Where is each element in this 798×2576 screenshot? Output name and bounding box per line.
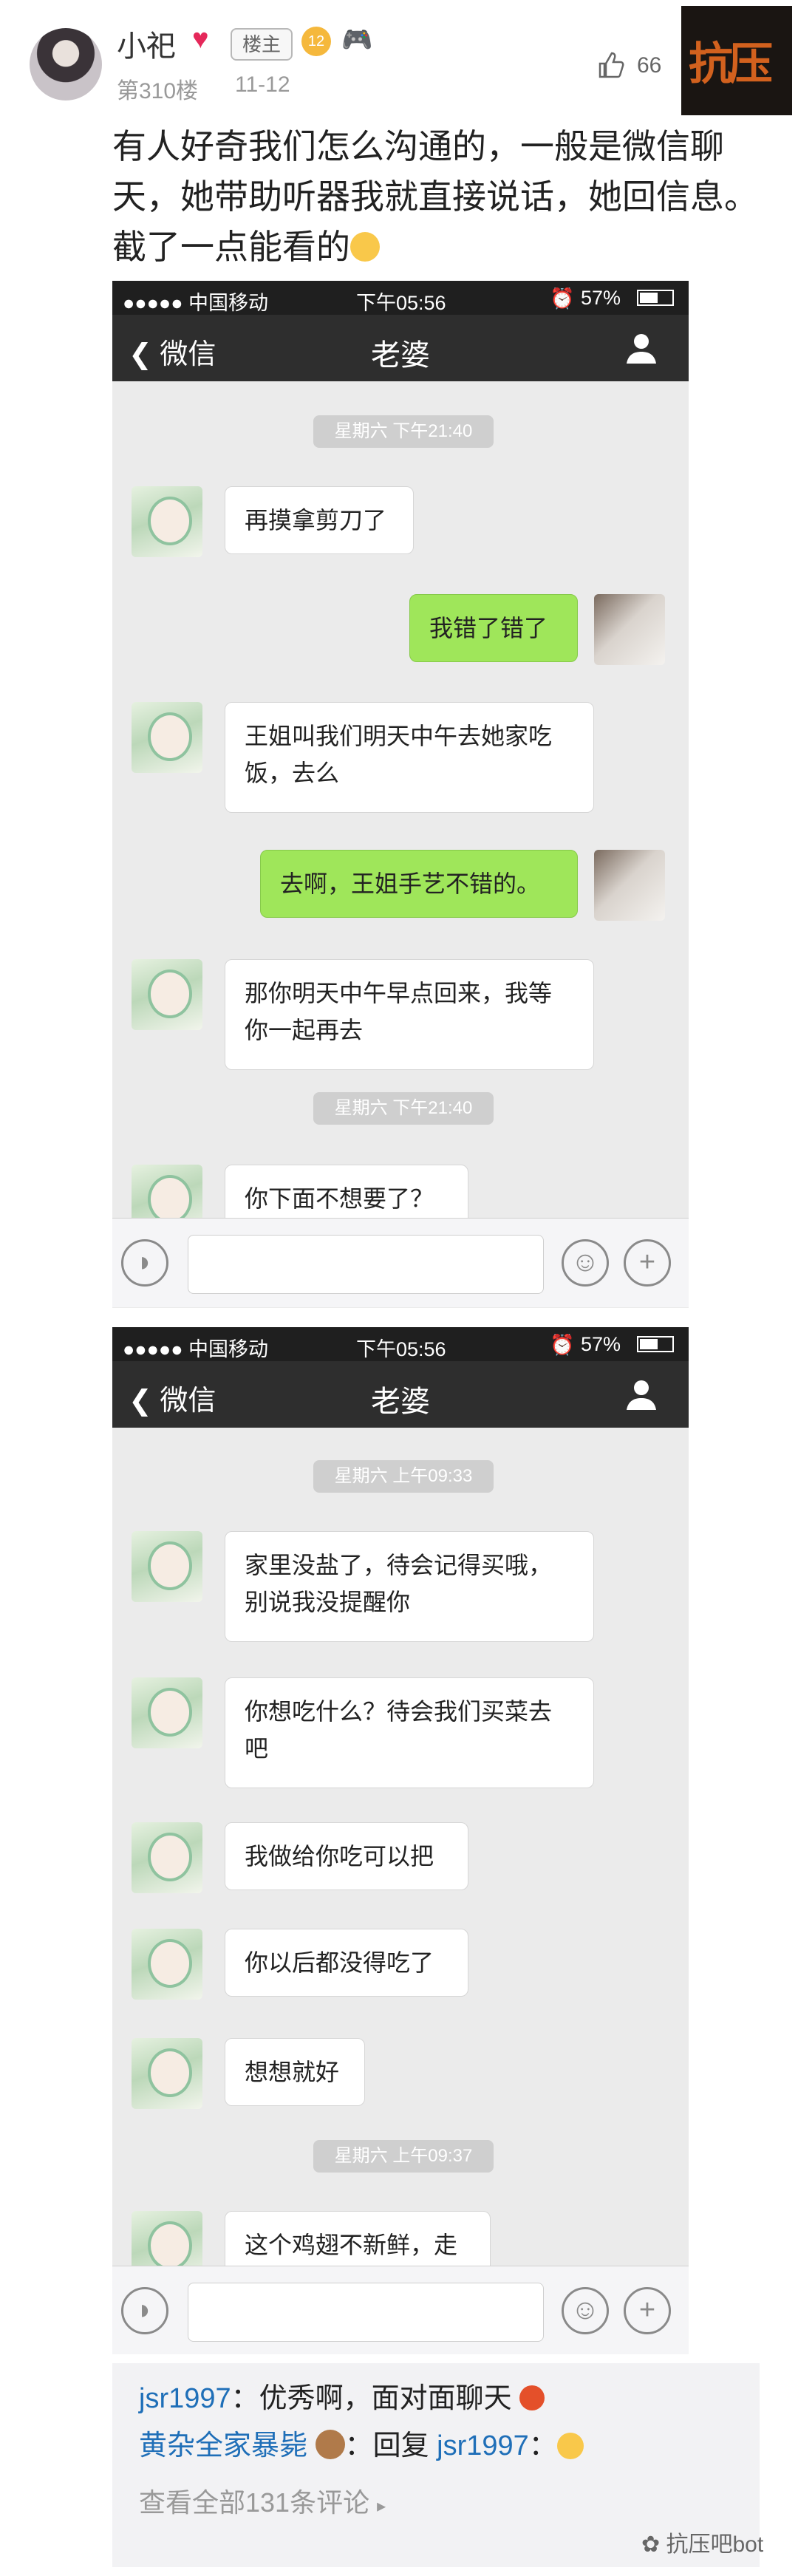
smile-emoji-icon	[350, 232, 380, 262]
comment-author[interactable]: 黄杂全家暴毙	[139, 2430, 307, 2461]
watermark-text: 抗压吧bot	[666, 2532, 764, 2557]
contact-avatar[interactable]	[132, 486, 202, 557]
owner-badge: 楼主	[231, 28, 293, 61]
chat-nav-bar: ❮ 微信 老婆	[112, 315, 689, 381]
status-time: 下午05:56	[356, 292, 446, 314]
battery-percent: 57%	[581, 287, 621, 309]
gamepad-icon: 🎮	[341, 26, 373, 54]
chat-title: 老婆	[371, 339, 430, 372]
message-bubble: 家里没盐了，待会记得买哦，别说我没提醒你	[225, 1531, 594, 1642]
comment-text: ：回复	[344, 2430, 429, 2461]
comment-1: jsr1997：优秀啊，面对面聊天	[139, 2378, 545, 2419]
chat-screenshot-1: ●●●●● 中国移动 下午05:56 ⏰ 57% ❮ 微信 老婆 星期六 下午2…	[112, 281, 689, 1308]
timestamp-pill: 星期六 下午21:40	[313, 415, 494, 448]
wechat-icon: ✿	[641, 2532, 661, 2557]
emoji-button-icon[interactable]: ☺	[562, 1239, 609, 1287]
contact-profile-icon[interactable]	[624, 330, 659, 365]
plus-icon[interactable]: +	[624, 2287, 671, 2334]
message-bubble: 王姐叫我们明天中午去她家吃饭，去么	[225, 702, 594, 813]
status-time: 下午05:56	[356, 1338, 446, 1360]
floor-number: 第310楼	[117, 79, 199, 103]
chat-input-bar: ◗ ☺ +	[112, 1218, 689, 1307]
alarm-icon: ⏰	[550, 1334, 575, 1356]
contact-avatar[interactable]	[132, 1531, 202, 1602]
my-message-bubble: 去啊，王姐手艺不错的。	[260, 850, 578, 918]
logo-text: 抗压	[689, 39, 773, 89]
message-bubble: 想想就好	[225, 2038, 365, 2106]
comment-2: 黄杂全家暴毙 ：回复 jsr1997：	[139, 2425, 584, 2467]
comment-text: ：优秀啊，面对面聊天	[231, 2383, 512, 2414]
alarm-icon: ⏰	[550, 287, 575, 310]
chat-title: 老婆	[371, 1386, 430, 1418]
status-bar: ●●●●● 中国移动 下午05:56 ⏰ 57%	[112, 1327, 689, 1361]
contact-avatar[interactable]	[132, 2038, 202, 2109]
tomato-emoji-icon	[519, 2385, 545, 2410]
my-message-bubble: 我错了错了	[409, 594, 578, 662]
watermark: ✿ 抗压吧bot	[641, 2526, 763, 2558]
plus-icon[interactable]: +	[624, 1239, 671, 1287]
timestamp-pill: 星期六 上午09:37	[313, 2140, 494, 2173]
post-date: 11-12	[235, 72, 290, 97]
timestamp-pill: 星期六 下午21:40	[313, 1092, 494, 1125]
forum-logo: 抗压	[681, 6, 792, 115]
like-count: 66	[637, 53, 662, 78]
message-input[interactable]	[188, 2283, 544, 2342]
status-bar: ●●●●● 中国移动 下午05:56 ⏰ 57%	[112, 281, 689, 315]
voice-icon[interactable]: ◗	[121, 2287, 168, 2334]
view-all-comments-link[interactable]: 查看全部131条评论 ▸	[139, 2481, 386, 2520]
post-text: 有人好奇我们怎么沟通的，一般是微信聊天，她带助听器我就直接说话，她回信息。截了一…	[112, 121, 763, 272]
comment-colon: ：	[528, 2430, 557, 2461]
user-avatar[interactable]	[30, 28, 102, 100]
thumbs-up-icon[interactable]	[596, 50, 625, 80]
battery-percent: 57%	[581, 1333, 621, 1355]
chat-nav-bar: ❮ 微信 老婆	[112, 1361, 689, 1428]
contact-profile-icon[interactable]	[624, 1376, 659, 1411]
carrier: ●●●●● 中国移动	[123, 292, 269, 314]
message-bubble: 你以后都没得吃了	[225, 1929, 468, 1997]
emoji-button-icon[interactable]: ☺	[562, 2287, 609, 2334]
contact-avatar[interactable]	[132, 1929, 202, 2000]
message-bubble: 那你明天中午早点回来，我等你一起再去	[225, 959, 594, 1070]
username[interactable]: 小祀	[117, 22, 176, 65]
heart-icon: ♥	[192, 24, 209, 55]
battery-icon	[637, 1336, 674, 1352]
post-body: 有人好奇我们怎么沟通的，一般是微信聊天，她带助听器我就直接说话，她回信息。截了一…	[112, 127, 758, 266]
view-all-label: 查看全部131条评论	[139, 2487, 370, 2518]
battery-icon	[637, 290, 674, 306]
timestamp-pill: 星期六 上午09:33	[313, 1460, 494, 1493]
my-avatar-cat[interactable]	[594, 850, 665, 921]
message-bubble: 你想吃什么？待会我们买菜去吧	[225, 1677, 594, 1788]
message-bubble: 再摸拿剪刀了	[225, 486, 414, 554]
contact-avatar[interactable]	[132, 702, 202, 773]
contact-avatar[interactable]	[132, 959, 202, 1030]
contact-avatar[interactable]	[132, 1822, 202, 1893]
message-bubble: 我做给你吃可以把	[225, 1822, 468, 1890]
comment-author[interactable]: jsr1997	[139, 2383, 231, 2414]
message-input[interactable]	[188, 1235, 544, 1294]
my-avatar-cat[interactable]	[594, 594, 665, 665]
chat-screenshot-2: ●●●●● 中国移动 下午05:56 ⏰ 57% ❮ 微信 老婆 星期六 上午0…	[112, 1327, 689, 2354]
contact-avatar[interactable]	[132, 1677, 202, 1748]
voice-icon[interactable]: ◗	[121, 1239, 168, 1287]
laugh-emoji-icon	[556, 2433, 584, 2459]
chat-input-bar: ◗ ☺ +	[112, 2266, 689, 2354]
chevron-right-icon: ▸	[377, 2496, 386, 2516]
monkey-emoji-icon	[315, 2430, 345, 2459]
reply-target[interactable]: jsr1997	[437, 2430, 529, 2461]
carrier: ●●●●● 中国移动	[123, 1338, 269, 1360]
level-badge-icon: 12	[301, 27, 331, 56]
